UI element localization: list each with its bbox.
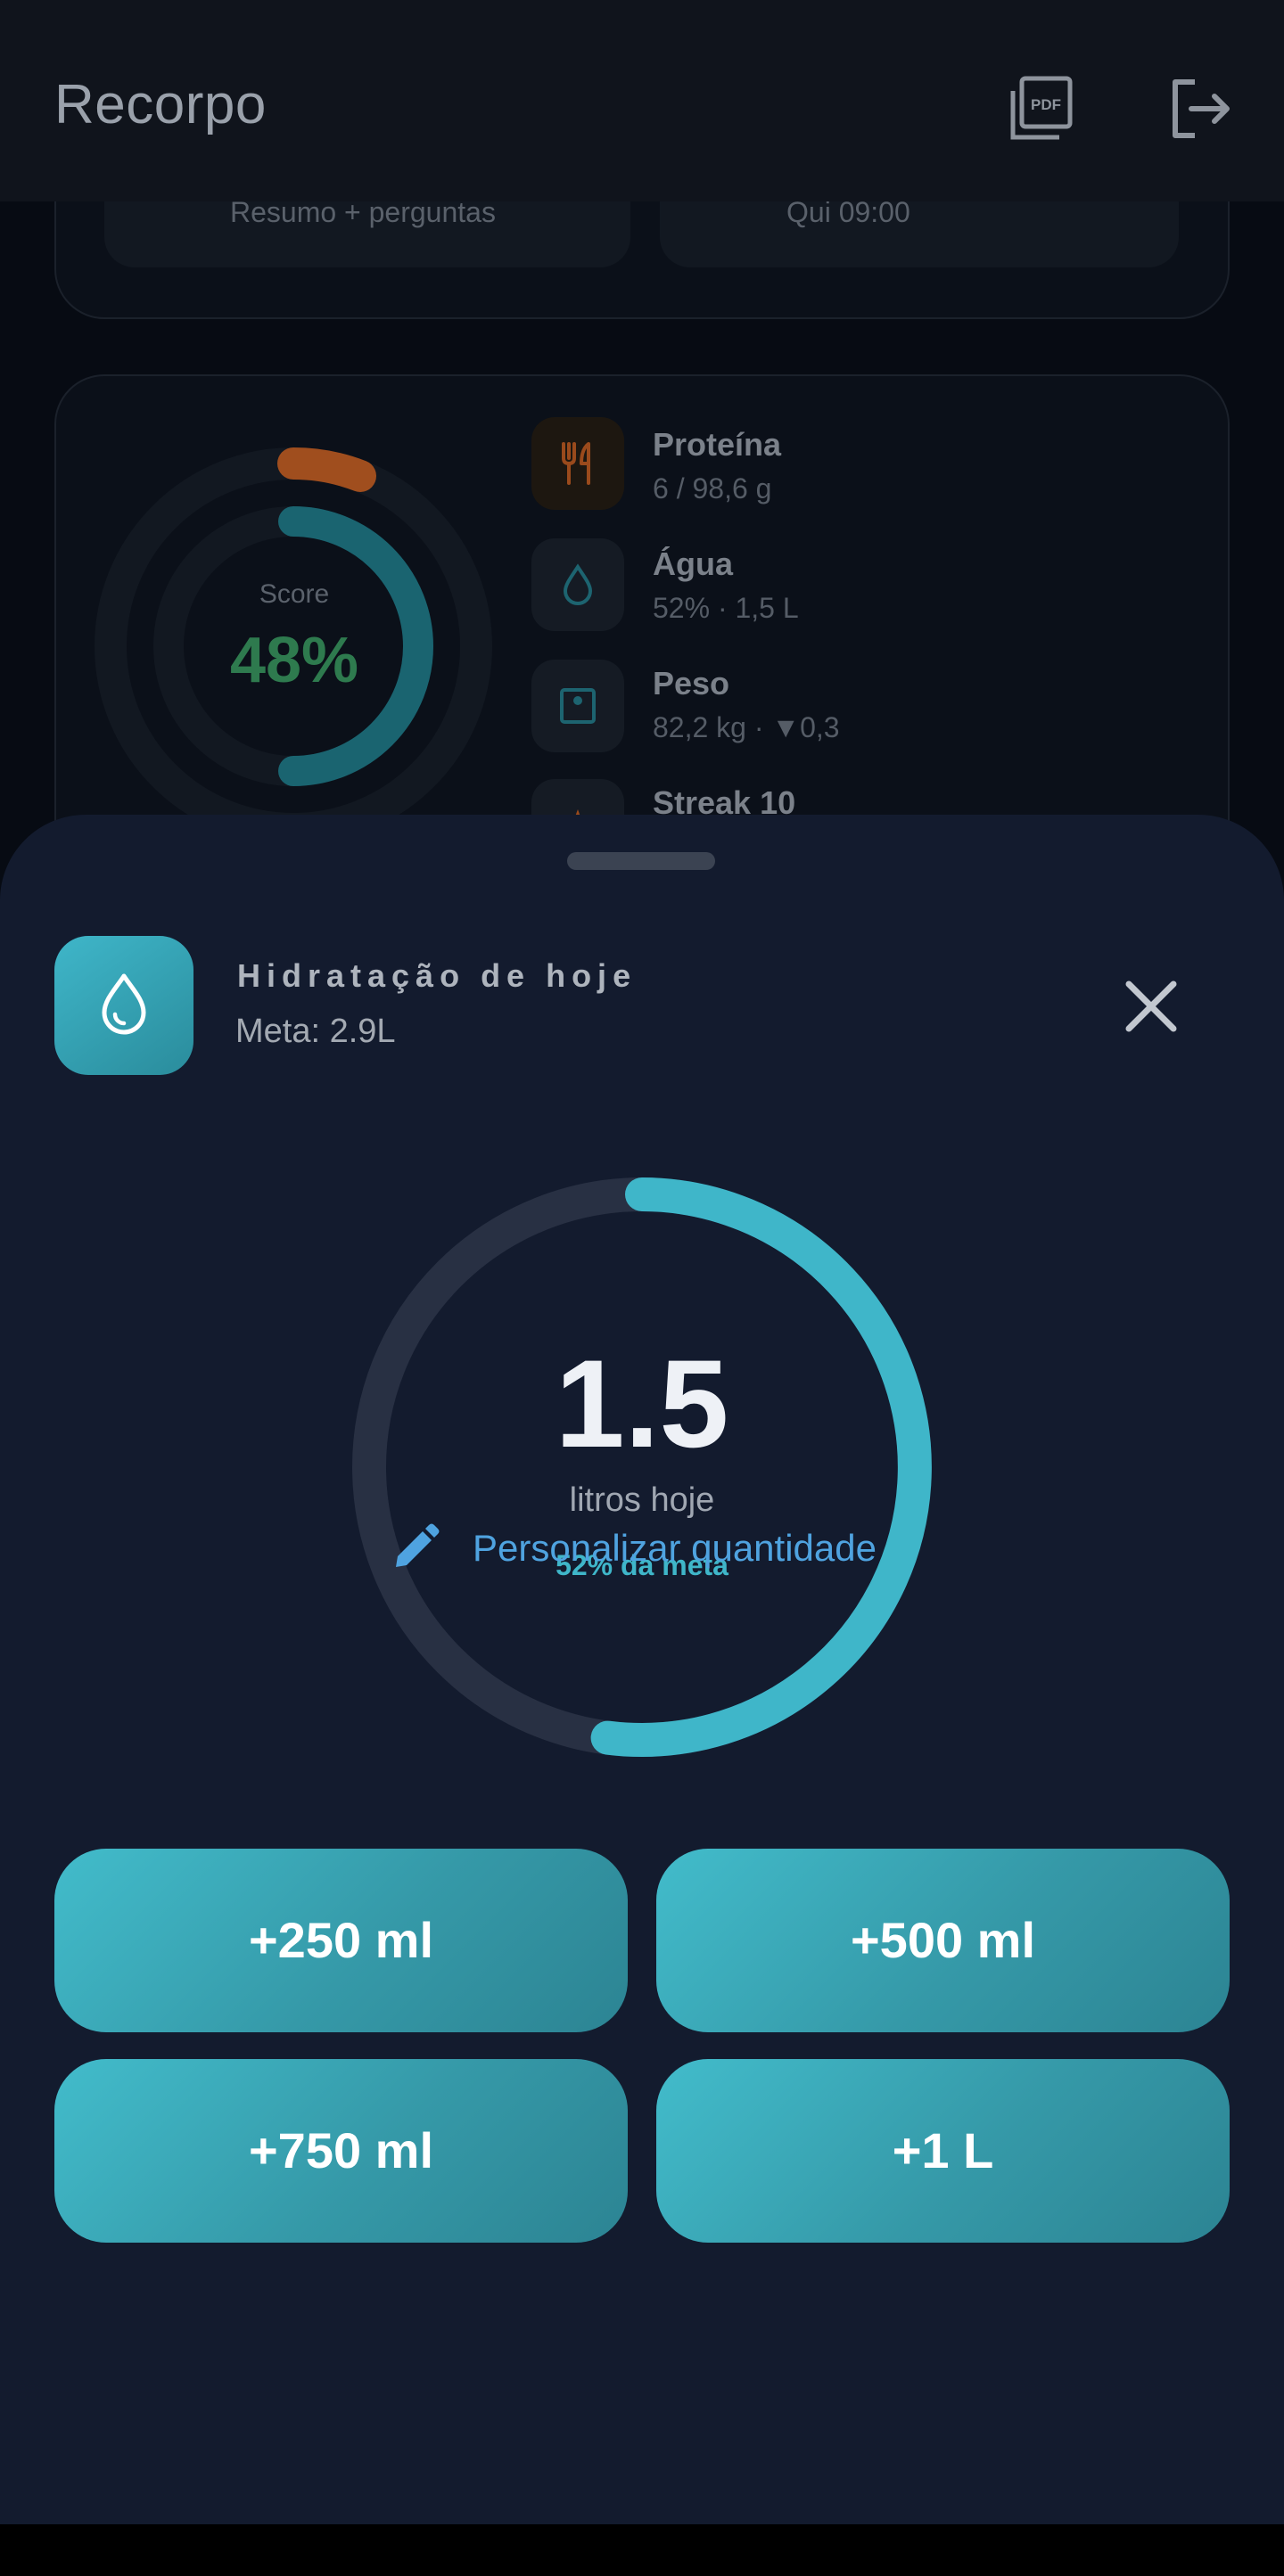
stat-detail-water: 52% · 1,5 L xyxy=(653,592,799,624)
drag-handle[interactable] xyxy=(567,852,715,870)
stat-name-protein: Proteína xyxy=(653,426,782,463)
add-500ml-button[interactable]: +500 ml xyxy=(656,1849,1230,2032)
logout-icon[interactable] xyxy=(1165,73,1236,144)
stat-icon-protein xyxy=(531,417,624,510)
score-value: 48% xyxy=(229,625,359,696)
sheet-title: Hidratação de hoje xyxy=(237,957,638,994)
fork-knife-icon xyxy=(562,442,590,485)
hydration-value: 1.5 xyxy=(555,1333,729,1473)
close-icon[interactable] xyxy=(1111,966,1191,1046)
add-750ml-button[interactable]: +750 ml xyxy=(54,2059,628,2243)
add-1l-button[interactable]: +1 L xyxy=(656,2059,1230,2243)
pdf-icon[interactable]: PDF xyxy=(1006,73,1077,144)
app-title: Recorpo xyxy=(54,74,267,135)
hydration-badge xyxy=(54,936,193,1075)
sheet-goal: Meta: 2.9L xyxy=(235,1013,396,1050)
stat-detail-protein: 6 / 98,6 g xyxy=(653,472,772,505)
water-drop-icon xyxy=(102,973,146,1035)
stat-icon-water xyxy=(531,538,624,631)
stat-detail-weight: 82,2 kg · ▼0,3 xyxy=(653,711,840,743)
scale-icon xyxy=(560,688,596,724)
system-nav-bar xyxy=(0,2524,1284,2576)
add-250ml-button[interactable]: +250 ml xyxy=(54,1849,628,2032)
pencil-icon xyxy=(396,1523,440,1567)
custom-amount-label: Personalizar quantidade xyxy=(473,1527,877,1569)
stat-icon-weight xyxy=(531,660,624,752)
hydration-unit: litros hoje xyxy=(569,1481,715,1519)
stat-name-water: Água xyxy=(653,546,733,582)
screen: Recorpo PDF Resumo + perguntas Qui 09:00… xyxy=(0,0,1284,2576)
svg-text:PDF: PDF xyxy=(1031,96,1061,113)
stat-name-weight: Peso xyxy=(653,665,730,701)
score-label: Score xyxy=(259,579,330,609)
app-bar: Recorpo PDF xyxy=(0,0,1284,201)
hydration-sheet: Hidratação de hoje Meta: 2.9L 1.5 litros… xyxy=(0,815,1284,2524)
custom-amount-link[interactable]: Personalizar quantidade xyxy=(387,1517,877,1579)
water-drop-icon xyxy=(563,563,593,605)
